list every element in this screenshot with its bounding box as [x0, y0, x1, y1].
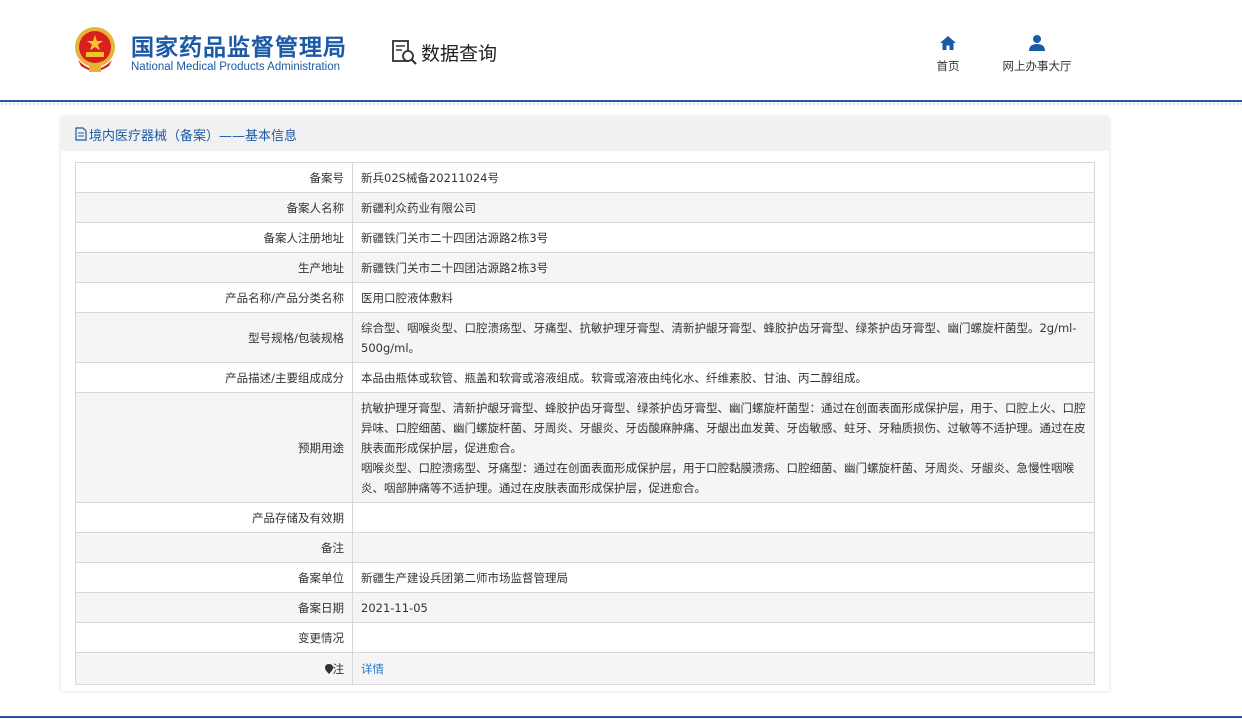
data-query-title: 数据查询: [390, 36, 497, 68]
search-document-icon: [392, 40, 417, 65]
row-key: 产品名称/产品分类名称: [75, 282, 353, 313]
row-key: 型号规格/包装规格: [75, 312, 353, 363]
table-row: 型号规格/包装规格 综合型、咽喉炎型、口腔溃疡型、牙痛型、抗敏护理牙膏型、清新护…: [75, 312, 1095, 363]
table-row: 备案单位 新疆生产建设兵团第二师市场监督管理局: [75, 562, 1095, 593]
footer-divider: [0, 716, 1242, 718]
org-name-en: National Medical Products Administration: [131, 61, 341, 73]
row-value: 详情: [352, 652, 1095, 685]
row-key: 产品描述/主要组成成分: [75, 362, 353, 393]
row-value: 新疆铁门关市二十四团沽源路2栋3号: [352, 222, 1095, 253]
row-key: 产品存储及有效期: [75, 502, 353, 533]
intended-use-text-2: 咽喉炎型、口腔溃疡型、牙痛型：通过在创面表面形成保护层，用于口腔黏膜溃疡、口腔细…: [361, 460, 1074, 495]
row-value: [352, 502, 1095, 533]
table-row: 备案人注册地址 新疆铁门关市二十四团沽源路2栋3号: [75, 222, 1095, 253]
row-key: 变更情况: [75, 622, 353, 653]
nav-online-hall[interactable]: 网上办事大厅: [993, 34, 1081, 74]
row-value: 新疆利众药业有限公司: [352, 192, 1095, 223]
nav-home[interactable]: 首页: [930, 34, 966, 74]
nav-online-hall-label: 网上办事大厅: [1002, 59, 1072, 73]
data-query-label: 数据查询: [421, 42, 498, 65]
row-value: 抗敏护理牙膏型、清新护龈牙膏型、蜂胶护齿牙膏型、绿茶护齿牙膏型、幽门螺旋杆菌型：…: [352, 392, 1095, 503]
row-value: [352, 532, 1095, 563]
table-row: 预期用途 抗敏护理牙膏型、清新护龈牙膏型、蜂胶护齿牙膏型、绿茶护齿牙膏型、幽门螺…: [75, 392, 1095, 503]
home-icon: [940, 36, 956, 50]
table-row: 变更情况: [75, 622, 1095, 653]
panel-header: 境内医疗器械（备案）——基本信息: [61, 117, 1109, 151]
table-row: 注 详情: [75, 652, 1095, 685]
row-key: 备案人注册地址: [75, 222, 353, 253]
intended-use-text-1: 抗敏护理牙膏型、清新护龈牙膏型、蜂胶护齿牙膏型、绿茶护齿牙膏型、幽门螺旋杆菌型：…: [361, 400, 1086, 455]
table-row: 产品名称/产品分类名称 医用口腔液体敷料: [75, 282, 1095, 313]
national-emblem-icon: [75, 27, 115, 72]
row-value: 新疆铁门关市二十四团沽源路2栋3号: [352, 252, 1095, 283]
panel-title-text: 境内医疗器械（备案）——基本信息: [89, 128, 298, 144]
table-row: 生产地址 新疆铁门关市二十四团沽源路2栋3号: [75, 252, 1095, 283]
note-label: 注: [332, 661, 345, 676]
table-row: 产品描述/主要组成成分 本品由瓶体或软管、瓶盖和软膏或溶液组成。软膏或溶液由纯化…: [75, 362, 1095, 393]
details-link[interactable]: 详情: [361, 662, 384, 676]
row-key: 备案人名称: [75, 192, 353, 223]
org-name-cn: 国家药品监督管理局: [131, 35, 347, 61]
row-key: 备案号: [75, 162, 353, 193]
table-row: 备案号 新兵02S械备20211024号: [75, 162, 1095, 193]
table-row: 产品存储及有效期: [75, 502, 1095, 533]
document-icon: [75, 127, 87, 141]
basic-info-table: 备案号 新兵02S械备20211024号 备案人名称 新疆利众药业有限公司 备案…: [75, 162, 1095, 685]
row-key: 备案日期: [75, 592, 353, 623]
row-key: 备案单位: [75, 562, 353, 593]
row-value: 新兵02S械备20211024号: [352, 162, 1095, 193]
nav-home-label: 首页: [936, 59, 960, 73]
row-key: 预期用途: [75, 392, 353, 503]
panel-title: 境内医疗器械（备案）——基本信息: [75, 125, 297, 144]
row-value: 本品由瓶体或软管、瓶盖和软膏或溶液组成。软膏或溶液由纯化水、纤维素胶、甘油、丙二…: [352, 362, 1095, 393]
info-panel: 境内医疗器械（备案）——基本信息 备案号 新兵02S械备20211024号 备案…: [61, 117, 1109, 691]
table-row: 备案人名称 新疆利众药业有限公司: [75, 192, 1095, 223]
site-header: 国家药品监督管理局 National Medical Products Admi…: [0, 0, 1242, 102]
row-key-note: 注: [75, 652, 353, 685]
row-value: 2021-11-05: [352, 592, 1095, 623]
row-value: 医用口腔液体敷料: [352, 282, 1095, 313]
table-row: 备案日期 2021-11-05: [75, 592, 1095, 623]
row-value: 新疆生产建设兵团第二师市场监督管理局: [352, 562, 1095, 593]
row-key: 备注: [75, 532, 353, 563]
row-value: 综合型、咽喉炎型、口腔溃疡型、牙痛型、抗敏护理牙膏型、清新护龈牙膏型、蜂胶护齿牙…: [352, 312, 1095, 363]
table-row: 备注: [75, 532, 1095, 563]
user-icon: [1029, 35, 1045, 51]
location-pin-icon: [324, 663, 333, 674]
row-value: [352, 622, 1095, 653]
row-key: 生产地址: [75, 252, 353, 283]
header-dots: [0, 102, 1242, 106]
